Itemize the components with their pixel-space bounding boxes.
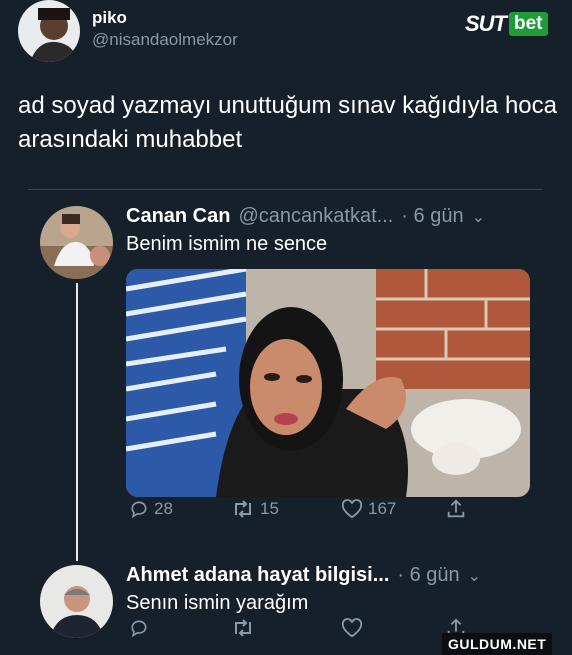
retweet-count: 15 [260,499,279,518]
reply-author-name[interactable]: Ahmet adana hayat bilgisi... [126,564,389,587]
reply-author-handle[interactable]: @cancankatkat... [238,205,393,228]
header-avatar[interactable] [18,0,80,62]
brand-logo: SUT bet [465,11,548,37]
reply-time[interactable]: · 6 gün [397,564,459,587]
author-name[interactable]: piko [92,8,127,28]
selfie-image [126,269,530,497]
reply-text: Benim ismim ne sence [126,233,328,255]
like-count: 167 [368,499,397,518]
brand-logo-part2: bet [509,12,548,36]
user-avatar-icon [40,206,113,279]
user-avatar-icon [18,0,80,62]
watermark: GULDUM.NET [442,633,553,655]
retweet-button[interactable]: 15 [231,499,279,519]
tweet-caption: ad soyad yazmayı unuttuğum sınav kağıdıy… [18,92,557,153]
reply-icon [131,501,147,519]
reply-count: 28 [154,499,173,518]
retweet-icon [235,619,251,637]
reply-photo[interactable] [126,269,530,497]
divider [28,189,542,190]
retweet-button[interactable] [231,618,255,638]
reply-time[interactable]: · 6 gün [401,205,463,228]
share-button[interactable] [445,498,467,520]
share-icon [447,499,465,518]
reply-header: Ahmet adana hayat bilgisi... · 6 gün ⌄ [126,564,481,587]
thread-line [76,283,78,561]
chevron-down-icon[interactable]: ⌄ [468,566,481,586]
reply-author-name[interactable]: Canan Can [126,205,230,228]
like-button[interactable]: 167 [341,499,396,519]
brand-logo-part1: SUT [465,11,507,36]
retweet-icon [235,500,251,518]
reply-avatar[interactable] [40,565,113,638]
reply-text: Senın ismin yarağım [126,592,309,614]
reply-avatar[interactable] [40,206,113,279]
heart-icon [341,618,363,638]
reply-button[interactable] [129,618,149,638]
like-button[interactable] [341,618,363,638]
user-avatar-icon [40,565,113,638]
reply-icon [131,620,147,638]
reply-button[interactable]: 28 [129,499,173,519]
reply-header: Canan Can @cancankatkat... · 6 gün ⌄ [126,205,485,228]
heart-icon [341,499,363,519]
author-handle[interactable]: @nisandaolmekzor [92,30,238,50]
chevron-down-icon[interactable]: ⌄ [472,207,485,227]
